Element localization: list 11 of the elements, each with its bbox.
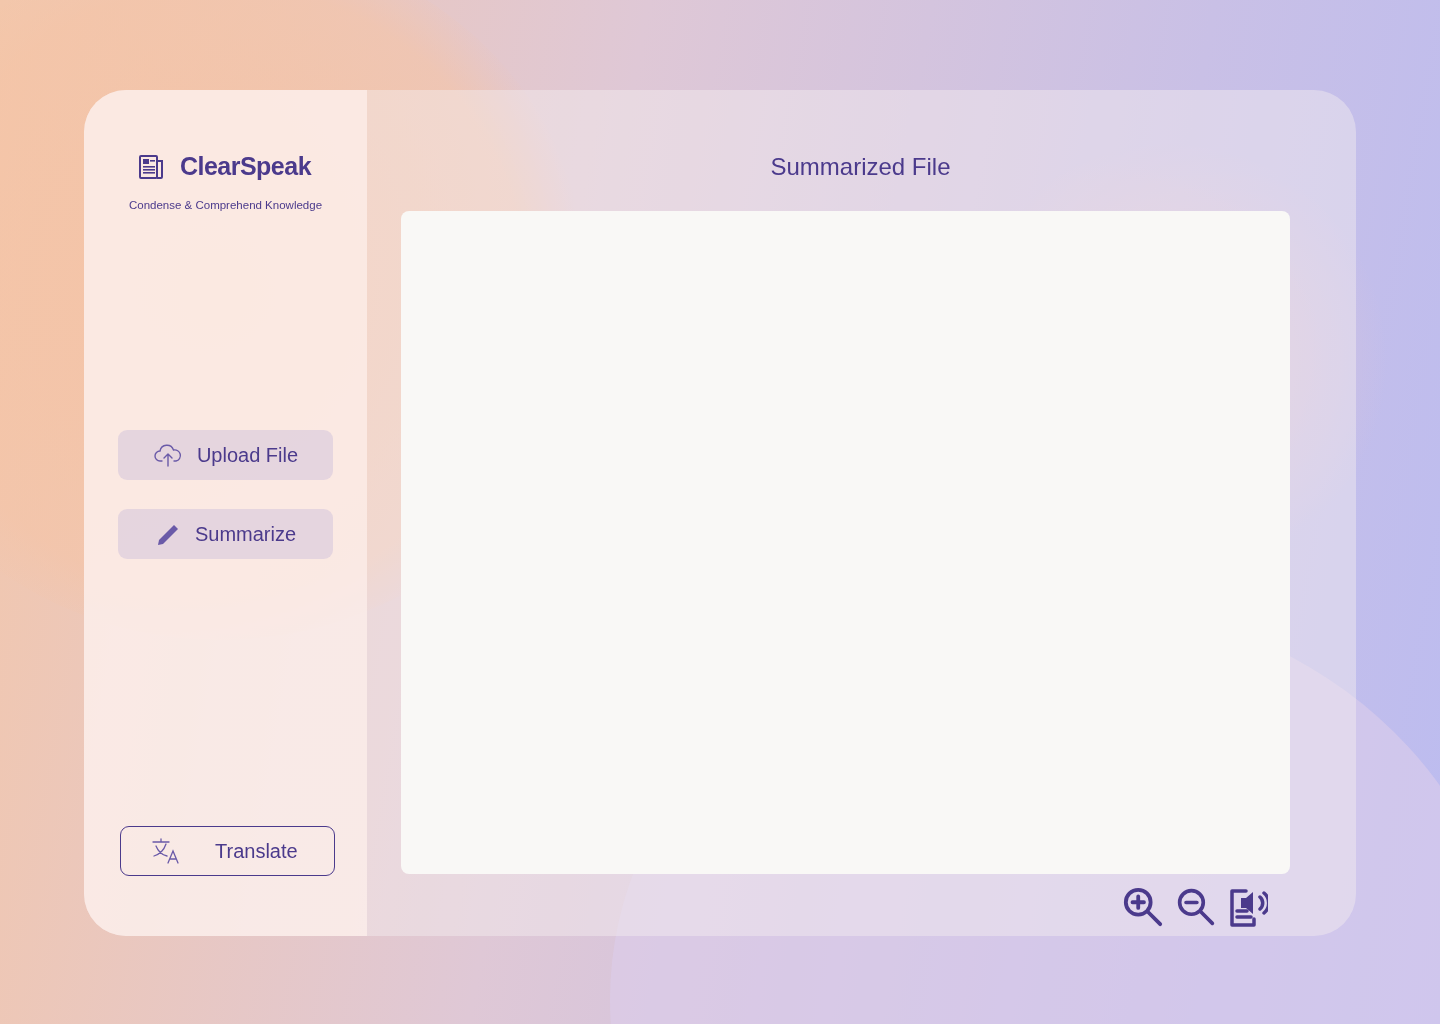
summarize-button[interactable]: Summarize <box>118 509 333 559</box>
zoom-in-icon[interactable] <box>1122 886 1164 928</box>
document-speaker-icon[interactable] <box>1228 887 1268 927</box>
app-name: ClearSpeak <box>179 152 312 181</box>
zoom-out-icon[interactable] <box>1176 887 1216 927</box>
panel-title: Summarized File <box>770 153 951 182</box>
translate-button[interactable]: Translate <box>120 826 335 876</box>
cloud-upload-icon <box>152 443 183 467</box>
upload-button[interactable]: Upload File <box>118 430 333 480</box>
newspaper-icon <box>137 153 164 180</box>
tagline: Condense & Comprehend Knowledge <box>128 199 323 211</box>
